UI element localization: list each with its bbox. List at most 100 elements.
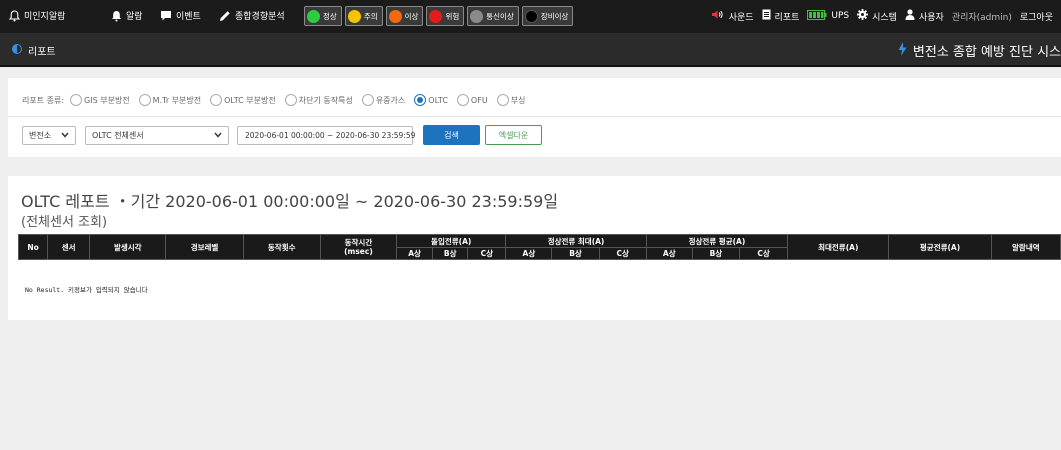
radio-label: GIS 부분방전 [84,95,130,105]
col-steady-max: 정상전류 최대(A) [505,234,647,248]
lightning-icon [898,41,907,60]
radio-oltc-pd[interactable]: OLTC 부분방전 [210,94,276,106]
status-device-error-button[interactable]: 장비이상 [521,6,574,26]
status-dot-icon [429,9,443,23]
col-phase-c: C상 [598,247,647,260]
radio-circle[interactable] [138,94,151,106]
radio-circle[interactable] [496,94,509,106]
col-phase-a: A상 [396,247,434,260]
search-button[interactable]: 검색 [423,125,480,145]
event-button[interactable]: 이벤트 [160,9,201,22]
alarm-label: 알람 [126,12,143,22]
document-icon [762,9,771,23]
report-type-radios: 리포트 종류: GIS 부분방전 M.Tr 부분방전 OLTC 부분방전 차단기… [22,94,534,106]
status-danger-button[interactable]: 위험 [426,6,465,26]
radio-gis-pd[interactable]: GIS 부분방전 [70,94,130,106]
status-dot-icon [388,9,402,23]
no-result-message: No Result. 키정보가 입력되지 않습니다 [25,286,148,294]
system-title: 변전소 종합 예방 진단 시스 [898,41,1061,60]
radio-circle[interactable] [361,94,374,106]
col-no: No [17,234,49,260]
alarm-button[interactable]: 알람 [111,9,143,22]
status-dot-icon [347,9,361,23]
report-table: No 센서 발생시각 경보레벨 동작횟수 동작시간 (msec) 돌입전류(A)… [17,234,1061,260]
unacked-alarm-button[interactable]: 미인지알람 [9,9,65,22]
report-menu-button[interactable]: 리포트 [762,9,800,23]
trend-analysis-button[interactable]: 종합경향분석 [219,9,285,22]
admin-label: 관리자(admin) [951,12,1012,23]
status-label: 위험 [445,11,460,21]
battery-icon [807,9,827,23]
status-label: 정상 [323,11,337,21]
radio-circle[interactable] [210,94,223,106]
page-breadcrumb: 리포트 [12,43,56,58]
radio-circle[interactable] [284,94,297,106]
status-dot-icon [470,9,484,23]
system-title-text: 변전소 종합 예방 진단 시스 [912,45,1061,60]
sound-button[interactable]: 사운드 [711,9,754,23]
system-label: 시스템 [872,12,897,23]
report-panel: OLTC 레포트 ・기간 2020-06-01 00:00:00일 ~ 2020… [8,176,1061,320]
status-normal-button[interactable]: 정상 [304,6,342,26]
substation-select[interactable]: 변전소 [22,126,76,145]
radio-label: 유중가스 [375,95,406,105]
sub-header: 리포트 변전소 종합 예방 진단 시스 [0,33,1061,67]
radio-mtr-pd[interactable]: M.Tr 부분방전 [138,94,202,106]
report-subtitle: (전체센서 조회) [21,215,108,230]
report-title: OLTC 레포트 ・기간 2020-06-01 00:00:00일 ~ 2020… [21,192,559,211]
admin-info: 관리자(admin) [952,10,1012,23]
radio-circle-selected[interactable] [414,94,427,106]
col-max-current: 최대전류(A) [787,234,890,260]
chevron-down-icon [214,131,222,140]
radio-circle[interactable] [70,94,83,106]
ups-button[interactable]: UPS [807,9,849,23]
status-label: 장비이상 [540,11,569,21]
col-phase-b: B상 [691,247,740,260]
radio-ofu[interactable]: OFU [456,94,488,106]
status-abnormal-button[interactable]: 이상 [385,6,424,26]
col-phase-c: C상 [738,247,789,260]
page-title: 리포트 [28,47,56,58]
half-circle-icon [12,44,22,57]
status-label: 이상 [404,11,419,21]
sensor-value: OLTC 전체센서 [92,131,144,140]
radio-breaker[interactable]: 차단기 동작특성 [284,94,353,106]
sensor-select[interactable]: OLTC 전체센서 [85,126,229,145]
col-steady-avg: 정상전류 평균(A) [645,234,789,248]
user-label: 사용자 [918,12,944,23]
divider [8,116,1061,117]
status-label: 통신이상 [486,11,514,21]
logout-label: 로그아웃 [1019,12,1053,23]
status-caution-button[interactable]: 주의 [344,6,383,26]
status-dot-icon [524,9,538,23]
logout-button[interactable]: 로그아웃 [1020,10,1053,23]
radio-label: M.Tr 부분방전 [152,95,202,105]
radio-oltc[interactable]: OLTC [414,94,448,106]
date-range-input[interactable]: 2020-06-01 00:00:00 ~ 2020-06-30 23:59:5… [237,126,415,145]
radio-bushing[interactable]: 부싱 [496,94,525,106]
radio-dga[interactable]: 유중가스 [361,94,406,106]
col-alarm-detail: 알람내역 [990,234,1061,260]
status-comm-error-button[interactable]: 통신이상 [467,6,519,26]
col-phase-a: A상 [505,247,553,260]
report-type-label: 리포트 종류: [22,95,65,105]
event-label: 이벤트 [176,12,201,22]
radio-circle[interactable] [456,94,469,106]
col-op-time: 동작시간 (msec) [319,234,398,260]
user-icon [905,9,915,23]
col-phase-b: B상 [432,247,469,260]
status-dot-icon [307,9,320,23]
excel-download-button[interactable]: 엑셀다운 [485,125,542,145]
unacked-alarm-label: 미인지알람 [24,12,66,22]
status-label: 주의 [363,11,378,21]
col-phase-a: A상 [645,247,693,260]
col-inrush: 돌입전류(A) [396,234,507,248]
user-button[interactable]: 사용자 [905,9,944,23]
filter-panel: 리포트 종류: GIS 부분방전 M.Tr 부분방전 OLTC 부분방전 차단기… [8,78,1061,157]
bell-icon [111,10,122,22]
col-phase-c: C상 [467,247,507,260]
report-menu-label: 리포트 [774,12,800,23]
system-button[interactable]: 시스템 [857,9,897,23]
col-phase-b: B상 [551,247,600,260]
radio-label: OLTC [428,95,448,105]
